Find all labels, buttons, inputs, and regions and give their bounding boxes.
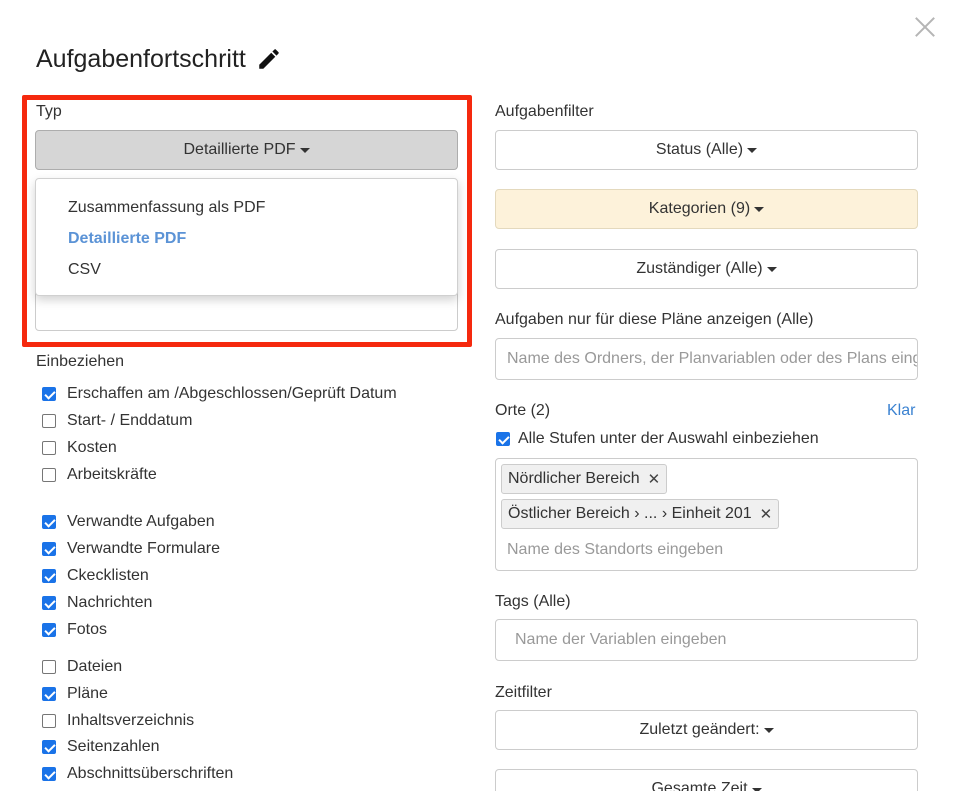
checkbox[interactable] — [42, 687, 56, 701]
modal-header: Aufgabenfortschritt — [36, 42, 282, 76]
checkbox[interactable] — [42, 660, 56, 674]
checkbox[interactable] — [42, 468, 56, 482]
assignee-filter-label: Zuständiger (Alle) — [636, 260, 763, 277]
plans-placeholder: Name des Ordners, der Planvariablen oder… — [507, 350, 918, 367]
checkbox-label: Erschaffen am /Abgeschlossen/Geprüft Dat… — [67, 385, 397, 402]
assignee-filter-button[interactable]: Zuständiger (Alle) — [495, 249, 918, 289]
last-changed-label: Zuletzt geändert: — [639, 721, 760, 738]
locations-label: Orte (2) — [495, 402, 551, 419]
page-title: Aufgabenfortschritt — [36, 44, 246, 73]
categories-filter-button[interactable]: Kategorien (9) — [495, 189, 918, 229]
checkbox-row-plans[interactable]: Pläne — [42, 683, 108, 705]
checkbox-label: Inhaltsverzeichnis — [67, 712, 195, 729]
checkbox-row-include-levels[interactable]: Alle Stufen unter der Auswahl einbeziehe… — [496, 428, 819, 450]
checkbox-row-toc[interactable]: Inhaltsverzeichnis — [42, 710, 194, 732]
checkbox-label: Kosten — [67, 439, 117, 456]
location-chip: Nördlicher Bereich ✕ — [501, 464, 668, 494]
chip-label: Nördlicher Bereich — [508, 470, 640, 487]
checkbox-label: Nachrichten — [67, 594, 153, 611]
locations-tag-input[interactable]: Nördlicher Bereich ✕ Östlicher Bereich › … — [495, 458, 918, 571]
plans-label: Aufgaben nur für diese Pläne anzeigen (A… — [495, 311, 814, 328]
checkbox-row-related-tasks[interactable]: Verwandte Aufgaben — [42, 511, 215, 533]
plans-search-input[interactable]: Name des Ordners, der Planvariablen oder… — [495, 338, 918, 380]
checkbox-row-section-headers[interactable]: Abschnittsüberschriften — [42, 763, 233, 785]
checkbox-row-start-end-date[interactable]: Start- / Enddatum — [42, 410, 192, 432]
checkbox-label: Verwandte Formulare — [67, 540, 220, 557]
categories-filter-label: Kategorien (9) — [648, 200, 751, 217]
checkbox-row-checklists[interactable]: Ckecklisten — [42, 565, 149, 587]
checkbox-label: Start- / Enddatum — [67, 412, 193, 429]
checkbox[interactable] — [42, 623, 56, 637]
checkbox-label: Alle Stufen unter der Auswahl einbeziehe… — [518, 430, 819, 447]
checkbox-row-related-forms[interactable]: Verwandte Formulare — [42, 538, 220, 560]
close-icon[interactable] — [914, 16, 936, 38]
checkbox[interactable] — [42, 414, 56, 428]
caret-down-icon — [754, 206, 765, 212]
checkbox-label: Fotos — [67, 621, 108, 638]
checkbox-row-created-date[interactable]: Erschaffen am /Abgeschlossen/Geprüft Dat… — [42, 383, 397, 405]
checkbox[interactable] — [496, 432, 510, 446]
checkbox-label: Arbeitskräfte — [67, 466, 157, 483]
clear-locations-link[interactable]: Klar — [887, 402, 915, 420]
caret-down-icon — [766, 266, 777, 272]
checkbox-row-page-numbers[interactable]: Seitenzahlen — [42, 736, 160, 758]
checkbox[interactable] — [42, 569, 56, 583]
checkbox-row-photos[interactable]: Fotos — [42, 619, 107, 641]
location-chip: Östlicher Bereich › ... › Einheit 201 ✕ — [501, 499, 780, 529]
location-placeholder: Name des Standorts eingeben — [507, 541, 724, 558]
time-filter-label: Zeitfilter — [495, 684, 552, 701]
checkbox[interactable] — [42, 542, 56, 556]
checkbox[interactable] — [42, 740, 56, 754]
checkbox-label: Verwandte Aufgaben — [67, 513, 215, 530]
checkbox-label: Ckecklisten — [67, 567, 149, 584]
checkbox-row-messages[interactable]: Nachrichten — [42, 592, 152, 614]
task-filter-label: Aufgabenfilter — [495, 103, 594, 120]
caret-down-icon — [763, 727, 774, 733]
checkbox-label: Pläne — [67, 685, 108, 702]
checkbox[interactable] — [42, 596, 56, 610]
last-changed-button[interactable]: Zuletzt geändert: — [495, 710, 918, 750]
checkbox-row-files[interactable]: Dateien — [42, 656, 122, 678]
highlight-box — [22, 95, 472, 347]
checkbox-label: Abschnittsüberschriften — [67, 765, 234, 782]
tags-label: Tags (Alle) — [495, 593, 571, 610]
checkbox-row-costs[interactable]: Kosten — [42, 437, 117, 459]
total-time-button[interactable]: Gesamte Zeit — [495, 769, 918, 791]
status-filter-button[interactable]: Status (Alle) — [495, 130, 918, 170]
checkbox[interactable] — [42, 387, 56, 401]
tags-placeholder: Name der Variablen eingeben — [515, 631, 727, 648]
checkbox-row-labor[interactable]: Arbeitskräfte — [42, 464, 157, 486]
checkbox[interactable] — [42, 714, 56, 728]
pencil-icon[interactable] — [256, 46, 282, 72]
include-label: Einbeziehen — [36, 353, 125, 370]
checkbox[interactable] — [42, 767, 56, 781]
checkbox[interactable] — [42, 515, 56, 529]
chip-label: Östlicher Bereich › ... › Einheit 201 — [508, 505, 752, 522]
remove-icon[interactable]: ✕ — [760, 505, 773, 523]
caret-down-icon — [747, 147, 758, 153]
checkbox-label: Seitenzahlen — [67, 738, 160, 755]
remove-icon[interactable]: ✕ — [648, 470, 661, 488]
total-time-label: Gesamte Zeit — [651, 780, 748, 791]
status-filter-label: Status (Alle) — [655, 141, 744, 158]
checkbox[interactable] — [42, 441, 56, 455]
checkbox-label: Dateien — [67, 658, 123, 675]
tags-search-input[interactable]: Name der Variablen eingeben — [495, 619, 918, 661]
